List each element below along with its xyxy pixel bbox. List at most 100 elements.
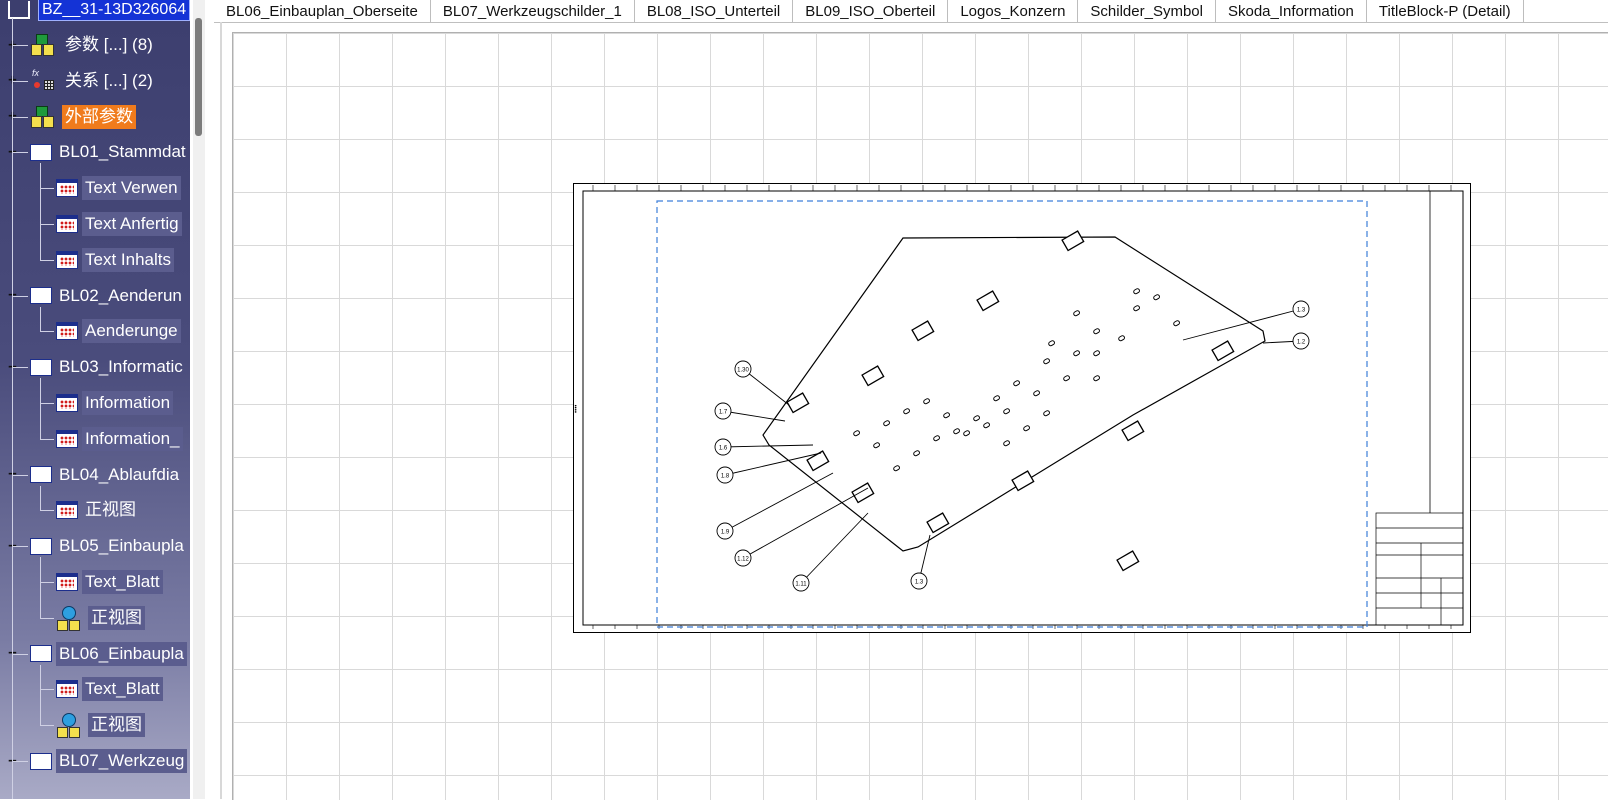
tree-branch (40, 306, 41, 332)
tree-item[interactable]: +fx关系 [...] (2) (8, 68, 156, 94)
tree-item-label[interactable]: BL03_Informatic (56, 355, 186, 379)
sheet-icon (30, 752, 52, 770)
sheet-icon (30, 358, 52, 376)
tree-connector (40, 725, 54, 727)
sheet-icon (30, 287, 52, 305)
tree-item-sheet[interactable]: −BL02_Aenderun (8, 283, 185, 309)
symbol-view-icon (56, 712, 84, 739)
tree-connector (40, 510, 54, 512)
tree-item-sheet[interactable]: −BL01_Stammdat (8, 139, 189, 165)
drawing-canvas[interactable]: 1.30 1.7 1.6 1.8 1.9 1.12 1.11 1.3 1.3 1.2 •••• (232, 32, 1608, 800)
tree-item[interactable]: Text_Blatt (56, 569, 163, 595)
sheet-tab[interactable]: TitleBlock-P (Detail) (1367, 0, 1524, 22)
tree-item-label[interactable]: BL05_Einbaupla (56, 534, 187, 558)
tree-item[interactable]: Text_Blatt (56, 676, 163, 702)
tree-connector (40, 582, 54, 583)
sheet-tab-bar: BL06_Einbauplan_Oberseite BL07_Werkzeugsc… (214, 0, 1608, 23)
tree-item-label[interactable]: Aenderunge (82, 319, 181, 344)
symbol-view-icon (56, 605, 84, 631)
tree-scrollbar-thumb[interactable] (195, 18, 202, 136)
sheet-paper (573, 183, 1471, 633)
splitter (205, 0, 214, 799)
tree-branch (40, 664, 41, 726)
sheet-tab[interactable]: BL07_Werkzeugschilder_1 (431, 0, 635, 22)
tree-item-label[interactable]: 参数 [...] (8) (62, 33, 156, 57)
tree-connector (12, 152, 28, 154)
tree-item-label[interactable]: BL06_Einbaupla (56, 641, 187, 666)
callout-text: 1.11 (795, 582, 807, 588)
tree-item-label[interactable]: BL01_Stammdat (56, 140, 189, 164)
tree-connector (12, 546, 28, 548)
callout-text: 1.30 (737, 368, 749, 374)
tree-connector (12, 367, 28, 369)
tree-item-label[interactable]: 正视图 (88, 713, 145, 738)
tree-branch (40, 378, 41, 439)
tree-connector (12, 80, 28, 82)
sheet-tab[interactable]: Logos_Konzern (948, 0, 1079, 22)
tree-item[interactable]: Text Anfertig (56, 211, 182, 237)
sheet-tab[interactable]: BL06_Einbauplan_Oberseite (214, 0, 431, 22)
drawing-sheet[interactable]: 1.30 1.7 1.6 1.8 1.9 1.12 1.11 1.3 1.3 1.2 •••• (573, 183, 1471, 633)
sheet-side-text: •••• (574, 405, 580, 413)
tree-item-sheet[interactable]: −BL04_Ablaufdia (8, 462, 182, 488)
tree-item-label[interactable]: Text Inhalts (82, 247, 174, 272)
tree-connector (12, 45, 28, 46)
tree-item-label[interactable]: 关系 [...] (2) (62, 69, 156, 93)
sheet-tab[interactable]: BL09_ISO_Oberteil (793, 0, 949, 22)
tree-item[interactable]: 正视图 (56, 605, 145, 631)
tree-connector (12, 474, 28, 476)
tree-item[interactable]: Information (56, 390, 174, 416)
tree-item-label[interactable]: BL07_Werkzeug (56, 749, 188, 773)
tree-item-label[interactable]: 正视图 (88, 605, 145, 630)
drawing-root-icon (8, 1, 30, 19)
tree-item[interactable]: Aenderunge (56, 318, 181, 344)
tree-item[interactable]: Text Inhalts (56, 247, 174, 273)
sheet-tab[interactable]: Schilder_Symbol (1078, 0, 1216, 22)
tree-item[interactable]: 正视图 (56, 497, 139, 523)
sheet-icon (30, 143, 52, 161)
tree-item-label[interactable]: Information_ (82, 426, 183, 451)
tree-item[interactable]: Text Verwen (56, 175, 181, 201)
view-icon (56, 215, 78, 233)
tree-item-label[interactable]: Text Verwen (82, 176, 181, 201)
tree-connector (12, 295, 28, 297)
tree-branch (40, 557, 41, 618)
tree-connector (40, 259, 54, 261)
tree-item-sheet[interactable]: −BL07_Werkzeug (8, 748, 188, 774)
tree-connector (40, 331, 54, 333)
tree-item-label[interactable]: Text_Blatt (82, 677, 163, 702)
tree-root[interactable]: BZ__31-13D326064 (0, 0, 190, 21)
tree-item[interactable]: +参数 [...] (8) (8, 32, 156, 58)
tree-item[interactable]: 正视图 (56, 712, 145, 739)
tree-item[interactable]: Information_ (56, 426, 183, 452)
tree-branch (40, 485, 41, 511)
tree-item-label[interactable]: Text Anfertig (82, 212, 182, 236)
tree-item-label[interactable]: 正视图 (82, 498, 139, 522)
tree-connector (12, 116, 28, 118)
tree-scrollbar[interactable] (193, 0, 205, 799)
callout-text: 1.9 (721, 530, 730, 536)
specification-tree[interactable]: BZ__31-13D326064 +参数 [...] (8) +fx关系 [...… (0, 0, 190, 799)
tree-item-label[interactable]: 外部参数 (62, 104, 136, 129)
tree-item-label[interactable]: Information (82, 391, 174, 415)
view-icon (56, 322, 78, 341)
callout-text: 1.12 (737, 557, 749, 563)
sheet-tab[interactable]: BL08_ISO_Unterteil (635, 0, 794, 22)
callout-text: 1.6 (719, 446, 728, 452)
tree-item-label[interactable]: Text_Blatt (82, 570, 163, 594)
tree-item-label[interactable]: BL02_Aenderun (56, 284, 185, 308)
sheet-tab[interactable]: Skoda_Information (1216, 0, 1367, 22)
external-parameters-icon (30, 104, 58, 130)
view-icon (56, 680, 78, 699)
view-icon (56, 429, 78, 448)
tree-item[interactable]: +外部参数 (8, 104, 136, 130)
tree-item-sheet[interactable]: −BL05_Einbaupla (8, 533, 187, 559)
sheet-icon (30, 466, 52, 484)
tree-item-label[interactable]: BL04_Ablaufdia (56, 463, 182, 487)
tree-root-label[interactable]: BZ__31-13D326064 (38, 0, 190, 21)
callout-text: 1.2 (1297, 340, 1306, 346)
parameters-icon (30, 32, 58, 58)
tree-item-sheet[interactable]: −BL06_Einbaupla (8, 641, 187, 667)
tree-item-sheet[interactable]: −BL03_Informatic (8, 354, 186, 380)
sheet-icon (30, 645, 52, 663)
